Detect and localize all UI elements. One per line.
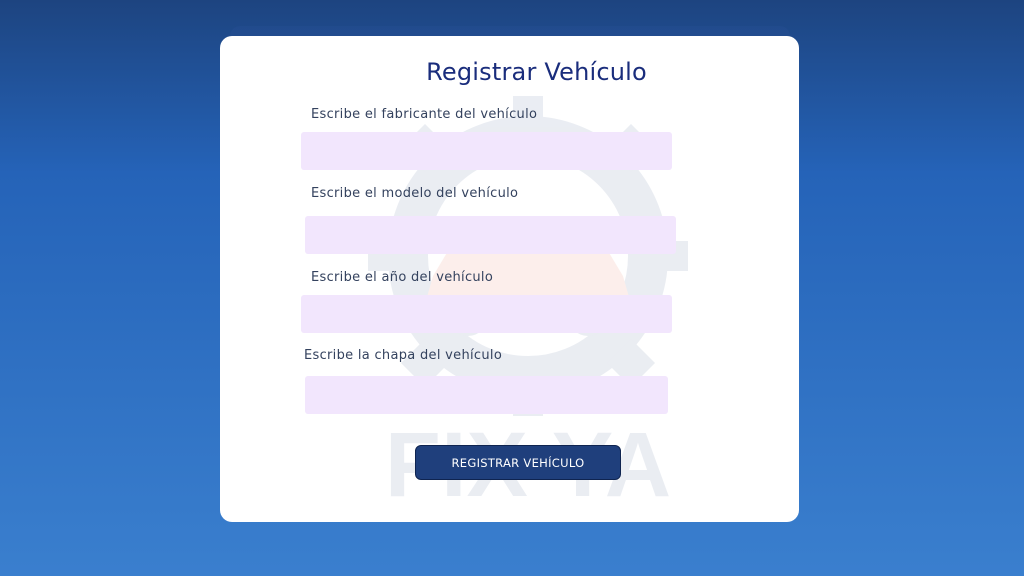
manufacturer-label: Escribe el fabricante del vehículo bbox=[311, 107, 538, 122]
plate-input[interactable] bbox=[305, 376, 668, 414]
year-label: Escribe el año del vehículo bbox=[311, 270, 494, 285]
manufacturer-input[interactable] bbox=[301, 132, 672, 170]
register-vehicle-card: FIX YA Registrar Vehículo Escribe el fab… bbox=[220, 36, 799, 522]
page-title: Registrar Vehículo bbox=[426, 58, 647, 86]
plate-label: Escribe la chapa del vehículo bbox=[304, 348, 503, 363]
model-label: Escribe el modelo del vehículo bbox=[311, 186, 519, 201]
register-vehicle-button[interactable]: REGISTRAR VEHÍCULO bbox=[415, 445, 621, 480]
model-input[interactable] bbox=[305, 216, 676, 254]
year-input[interactable] bbox=[301, 295, 672, 333]
